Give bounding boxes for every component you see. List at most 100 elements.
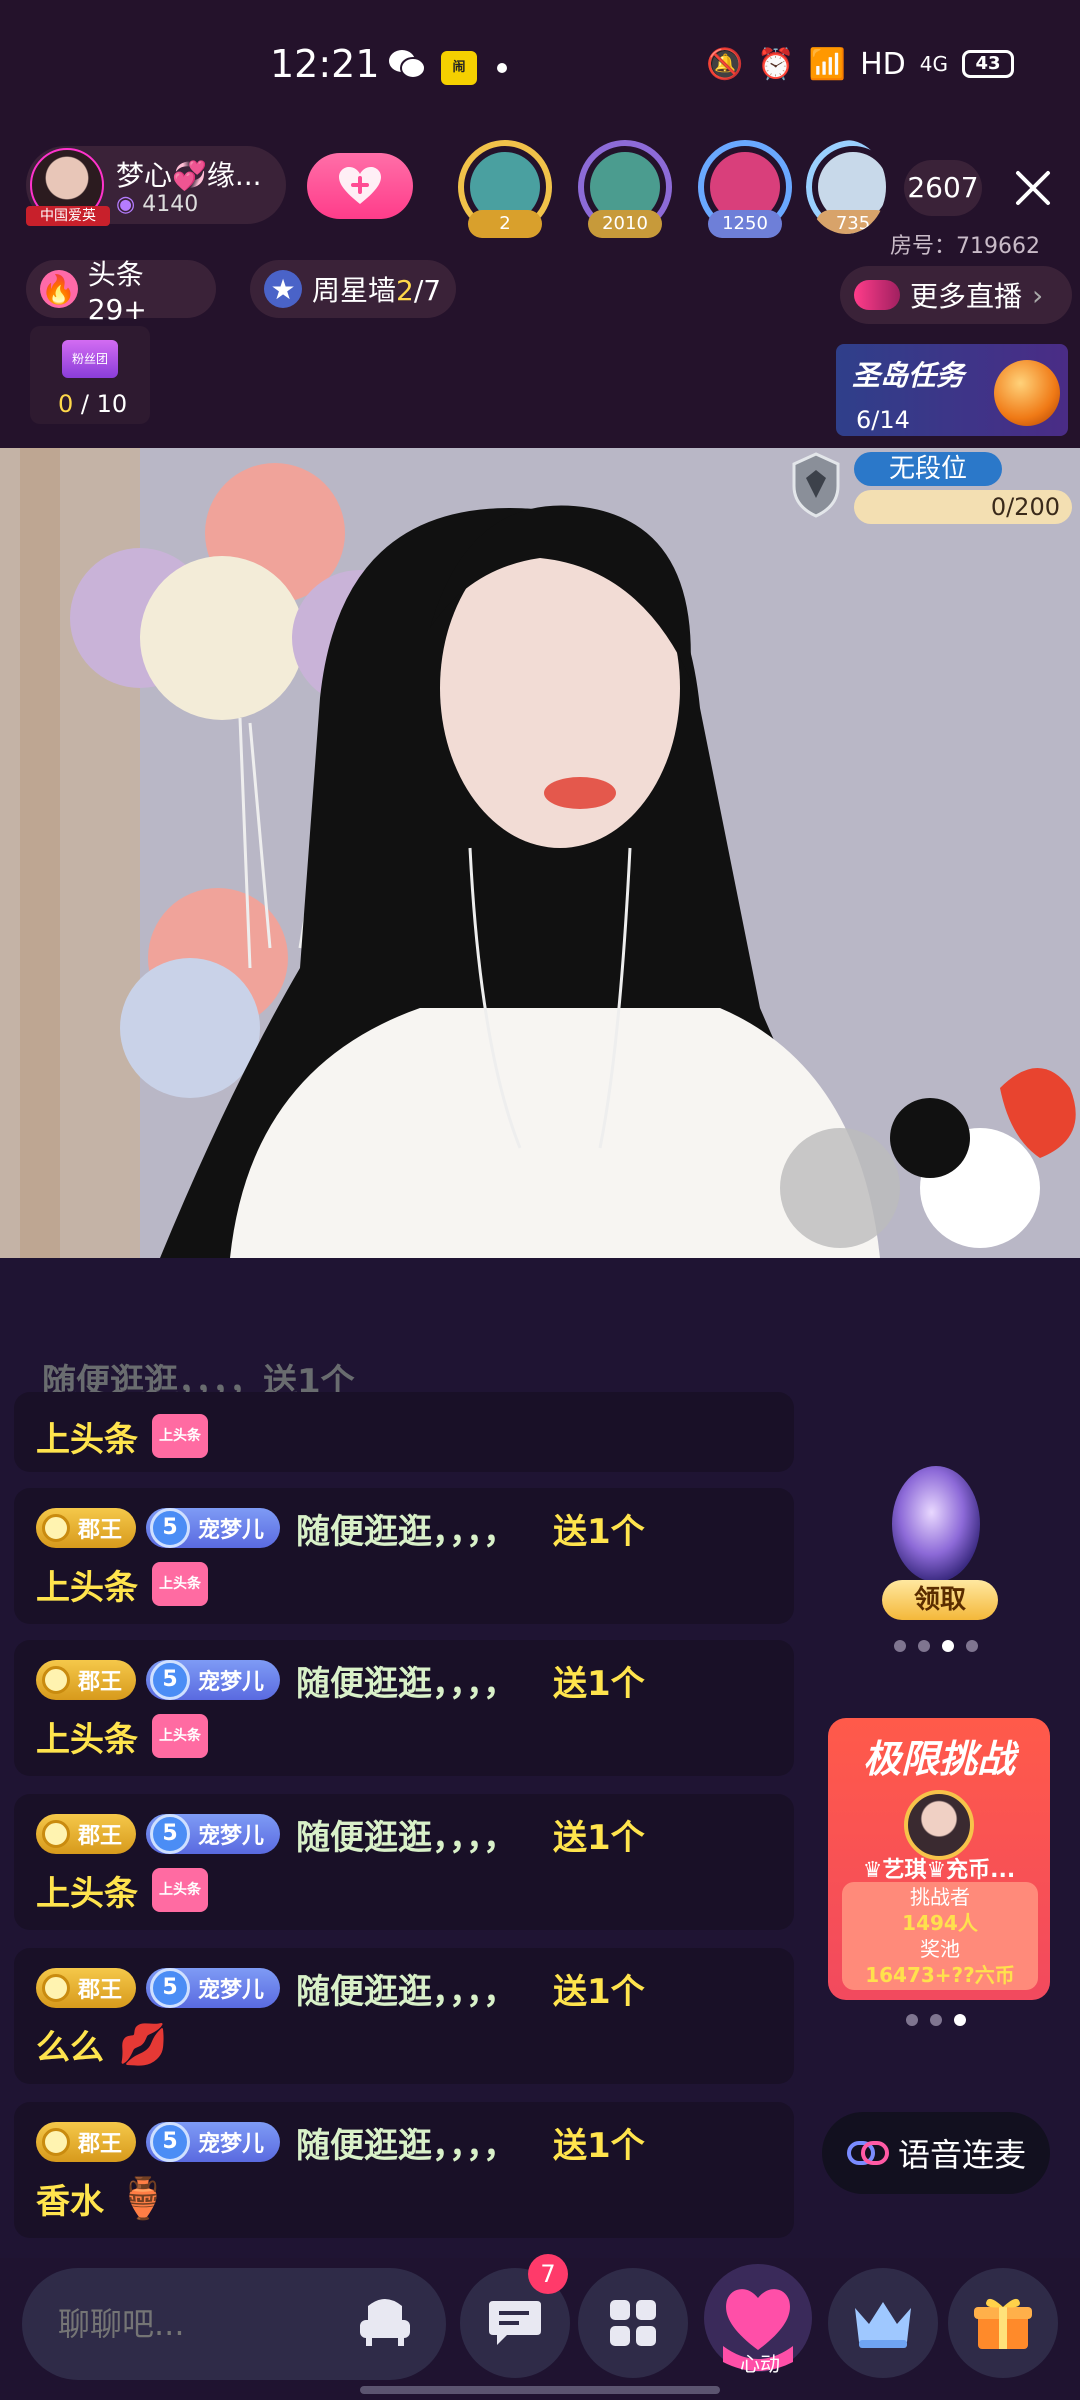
more-live-icon — [854, 280, 900, 310]
headline-gift-icon: 上头条 — [152, 1414, 208, 1458]
user-level: 5 — [150, 1660, 191, 1700]
user-level-badge[interactable]: 5 宠梦儿 — [146, 1968, 281, 2008]
crown-icon — [42, 1666, 70, 1694]
carousel-dot — [894, 1640, 906, 1652]
rank-shield-icon — [792, 452, 840, 518]
chat-message[interactable]: 郡王 5 宠梦儿 随便逛逛，，，， 送1个 上头条 上头条 — [14, 1794, 794, 1930]
crown-icon — [855, 2302, 911, 2348]
chat-bubble-icon — [489, 2301, 541, 2345]
heat-icon: ◉ — [116, 192, 136, 217]
challenge-dots — [906, 2014, 966, 2026]
gift-action: 送1个 — [553, 1971, 645, 2012]
user-name: 宠梦儿 — [198, 1824, 265, 1849]
carousel-dot — [966, 1640, 978, 1652]
mission-progress: 6/14 — [856, 406, 910, 434]
gift-name: 上头条 — [36, 1567, 138, 1608]
viewer-avatar[interactable]: 2 — [458, 140, 552, 238]
more-live-pill[interactable]: 更多直播 › — [840, 266, 1072, 324]
challenge-avatar — [904, 1790, 974, 1860]
more-apps-button[interactable] — [578, 2268, 688, 2378]
carousel-dot — [942, 1640, 954, 1652]
perfume-gift-icon: 🏺 — [118, 2175, 168, 2222]
fan-task-count: 0 — [58, 390, 74, 418]
chat-input[interactable] — [58, 2298, 358, 2350]
crystal-egg-icon[interactable] — [886, 1462, 986, 1592]
carousel-dot — [906, 2014, 918, 2026]
noble-rank-label: 郡王 — [78, 1518, 123, 1543]
signal-label: 4G — [919, 52, 948, 76]
gift-action: 送1个 — [553, 1817, 645, 1858]
user-name: 宠梦儿 — [198, 2132, 265, 2157]
flame-icon: 🔥 — [40, 270, 78, 308]
battery-icon: 43 — [962, 50, 1014, 78]
chat-message[interactable]: 郡王 5 宠梦儿 随便逛逛，，，， 送1个 上头条 上头条 — [14, 1640, 794, 1776]
claim-button[interactable]: 领取 — [882, 1580, 998, 1620]
noble-rank-badge[interactable]: 郡王 — [36, 2122, 137, 2162]
user-level-badge[interactable]: 5 宠梦儿 — [146, 2122, 281, 2162]
challenge-stats: 挑战者 1494人 奖池 16473+??六币 — [842, 1882, 1038, 1990]
gift-name: 上头条 — [36, 1873, 138, 1914]
chat-message[interactable]: 郡王 5 宠梦儿 随便逛逛，，，， 送1个 么么 💋 — [14, 1948, 794, 2084]
carousel-dots — [894, 1640, 978, 1652]
follow-button[interactable] — [307, 153, 413, 219]
week-star-pill[interactable]: ★ 周星墙2/7 — [250, 260, 456, 318]
user-name: 宠梦儿 — [198, 1518, 265, 1543]
viewer-avatar[interactable]: 2010 — [578, 140, 672, 238]
noble-rank-badge[interactable]: 郡王 — [36, 1508, 137, 1548]
challenge-line3: 奖池 — [920, 1937, 960, 1961]
viewer-count[interactable]: 2607 — [904, 160, 982, 216]
viewer-avatar[interactable]: 735 — [806, 140, 886, 234]
gift-box-icon — [974, 2298, 1032, 2349]
user-level-badge[interactable]: 5 宠梦儿 — [146, 1660, 281, 1700]
crown-icon — [42, 2128, 70, 2156]
grid-icon — [610, 2300, 656, 2346]
chat-message[interactable]: 上头条 上头条 — [14, 1392, 794, 1472]
user-level-badge[interactable]: 5 宠梦儿 — [146, 1508, 281, 1548]
sofa-icon[interactable] — [356, 2296, 414, 2350]
gift-name: 上头条 — [36, 1719, 138, 1760]
gift-name: 上头条 — [36, 1419, 138, 1460]
noble-button[interactable] — [828, 2268, 938, 2378]
noble-rank-label: 郡王 — [78, 1824, 123, 1849]
headline-label: 头条29+ — [87, 257, 147, 326]
noble-rank-badge[interactable]: 郡王 — [36, 1814, 137, 1854]
viewer-value: 1250 — [708, 210, 782, 238]
noble-rank-badge[interactable]: 郡王 — [36, 1968, 137, 2008]
noble-rank-label: 郡王 — [78, 1978, 123, 2003]
more-live-label: 更多直播 — [910, 280, 1023, 313]
heat-value: 4140 — [142, 192, 199, 217]
gift-action: 送1个 — [553, 2125, 645, 2166]
noble-rank-badge[interactable]: 郡王 — [36, 1660, 137, 1700]
message-text: 随便逛逛，，，， — [296, 1971, 518, 2012]
challenge-title: 极限挑战 — [862, 1737, 1015, 1781]
gift-button[interactable] — [948, 2268, 1058, 2378]
close-icon[interactable] — [1010, 165, 1056, 211]
message-text: 随便逛逛，，，， — [296, 1511, 518, 1552]
noble-rank-label: 郡王 — [78, 2132, 123, 2157]
week-star-progress: 2 — [396, 274, 414, 307]
status-right: 🔕 ⏰ 📶 HD 4G 43 — [706, 44, 1014, 84]
user-level-badge[interactable]: 5 宠梦儿 — [146, 1814, 281, 1854]
message-text: 随便逛逛，，，， — [296, 1817, 518, 1858]
headline-gift-icon: 上头条 — [152, 1868, 208, 1912]
challenge-name: ♛艺琪♛充币... — [862, 1858, 1016, 1883]
fan-club-icon: 粉丝团 — [62, 340, 118, 378]
rank-label[interactable]: 无段位 — [854, 452, 1002, 486]
chevron-right-icon: › — [1032, 278, 1044, 312]
user-level: 5 — [150, 1508, 191, 1548]
message-text: 随便逛逛，，，， — [296, 1663, 518, 1704]
network-label: HD — [860, 46, 906, 82]
headline-pill[interactable]: 🔥 头条29+ — [26, 258, 216, 326]
mute-icon: 🔕 — [706, 46, 744, 82]
week-star-total: /7 — [413, 274, 442, 307]
voice-link-button[interactable]: 语音连麦 — [822, 2112, 1050, 2194]
chat-message[interactable]: 郡王 5 宠梦儿 随便逛逛，，，， 送1个 上头条 上头条 — [14, 1488, 794, 1624]
user-level: 5 — [150, 1814, 191, 1854]
room-number: 房号：719662 — [890, 234, 1040, 259]
chat-message[interactable]: 郡王 5 宠梦儿 随便逛逛，，，， 送1个 香水 🏺 — [14, 2102, 794, 2238]
viewer-avatar[interactable]: 1250 — [698, 140, 792, 238]
app-notification-icon: 闹 — [441, 51, 477, 85]
live-video[interactable] — [0, 448, 1080, 1258]
week-star-prefix: 周星墙 — [312, 274, 397, 307]
user-level: 5 — [150, 1968, 191, 2008]
